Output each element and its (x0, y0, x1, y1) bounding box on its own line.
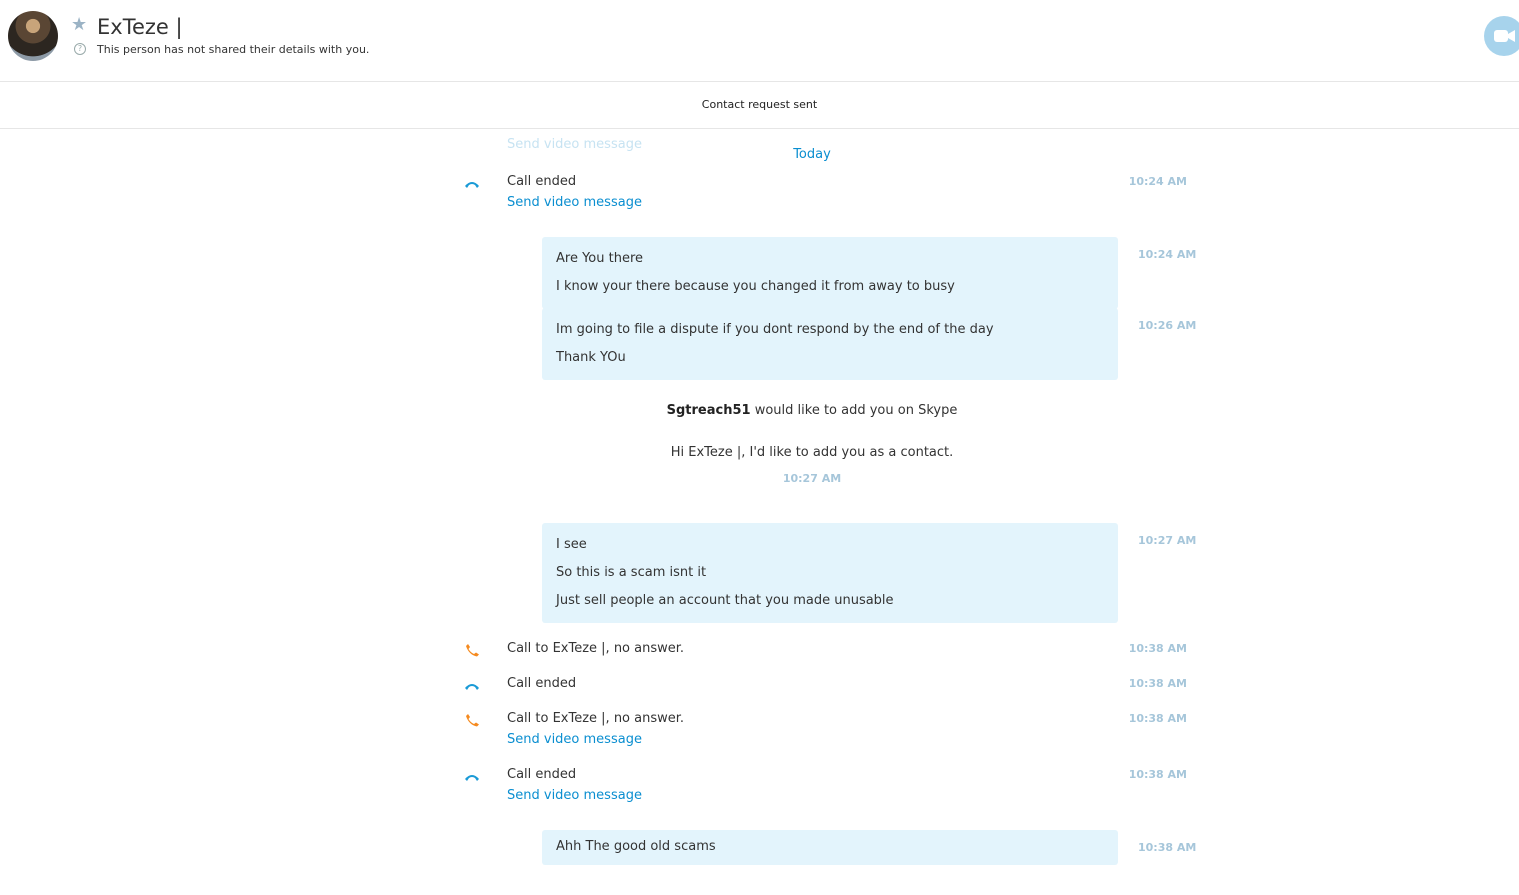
message-bubble[interactable]: Im going to file a dispute if you dont r… (542, 308, 1118, 380)
conversation-header: ★ ExTeze | ? This person has not shared … (0, 0, 1519, 82)
contact-request-notice: Sgtreach51 would like to add you on Skyp… (0, 403, 1519, 418)
call-event: Call ended 10:38 AM (460, 675, 1190, 695)
timestamp: 10:24 AM (1138, 248, 1197, 261)
star-icon[interactable]: ★ (71, 14, 87, 36)
request-text: would like to add you on Skype (750, 403, 958, 418)
call-ended-icon (465, 775, 479, 781)
avatar[interactable] (8, 11, 58, 61)
message-line: Thank YOu (556, 350, 626, 365)
message-bubble[interactable]: I see So this is a scam isnt it Just sel… (542, 523, 1118, 623)
timestamp: 10:24 AM (1128, 175, 1187, 188)
call-event: Call to ExTeze |, no answer. 10:38 AM (460, 640, 1190, 660)
message-bubble[interactable]: Ahh The good old scams (542, 830, 1118, 865)
send-video-message-link[interactable]: Send video message (507, 194, 642, 211)
timestamp: 10:26 AM (1138, 319, 1197, 332)
send-video-message-link[interactable]: Send video message (507, 787, 642, 804)
call-event: Call ended Send video message 10:24 AM (460, 173, 1190, 213)
message-line: Are You there (556, 251, 644, 266)
missed-call-icon (466, 714, 479, 727)
message-line: Just sell people an account that you mad… (556, 593, 894, 608)
video-camera-icon (1494, 30, 1515, 42)
timestamp: 10:38 AM (1138, 841, 1197, 854)
contact-name[interactable]: ExTeze | (97, 13, 183, 41)
call-event-text: Call to ExTeze |, no answer. (507, 641, 685, 656)
message-line: I know your there because you changed it… (556, 279, 955, 294)
call-event-text: Call ended (507, 676, 577, 691)
day-separator: Today (793, 147, 831, 162)
timestamp: 10:27 AM (1138, 534, 1197, 547)
contact-details-text: This person has not shared their details… (97, 43, 370, 56)
timestamp: 10:38 AM (1128, 642, 1187, 655)
call-ended-icon (465, 684, 479, 690)
call-event: Call ended Send video message 10:38 AM (460, 766, 1190, 806)
message-line: So this is a scam isnt it (556, 565, 707, 580)
contact-request-banner: Contact request sent (0, 82, 1519, 129)
message-bubble[interactable]: Are You there I know your there because … (542, 237, 1118, 309)
call-event-text: Call to ExTeze |, no answer. (507, 711, 685, 726)
missed-call-icon (466, 644, 479, 657)
question-icon: ? (74, 43, 86, 55)
message-line: Im going to file a dispute if you dont r… (556, 322, 994, 337)
timestamp: 10:27 AM (782, 472, 842, 485)
requester-username[interactable]: Sgtreach51 (667, 403, 751, 418)
call-event-text: Call ended (507, 767, 577, 782)
request-message: Hi ExTeze |, I'd like to add you as a co… (670, 445, 954, 460)
send-video-message-link[interactable]: Send video message (507, 731, 642, 748)
timestamp: 10:38 AM (1128, 768, 1187, 781)
call-ended-icon (465, 182, 479, 188)
video-call-button[interactable] (1484, 16, 1519, 56)
timestamp: 10:38 AM (1128, 677, 1187, 690)
call-event-text: Call ended (507, 174, 577, 189)
message-line: Ahh The good old scams (556, 839, 716, 854)
timestamp: 10:38 AM (1128, 712, 1187, 725)
message-line: I see (556, 537, 587, 552)
call-event: Call to ExTeze |, no answer. Send video … (460, 710, 1190, 750)
